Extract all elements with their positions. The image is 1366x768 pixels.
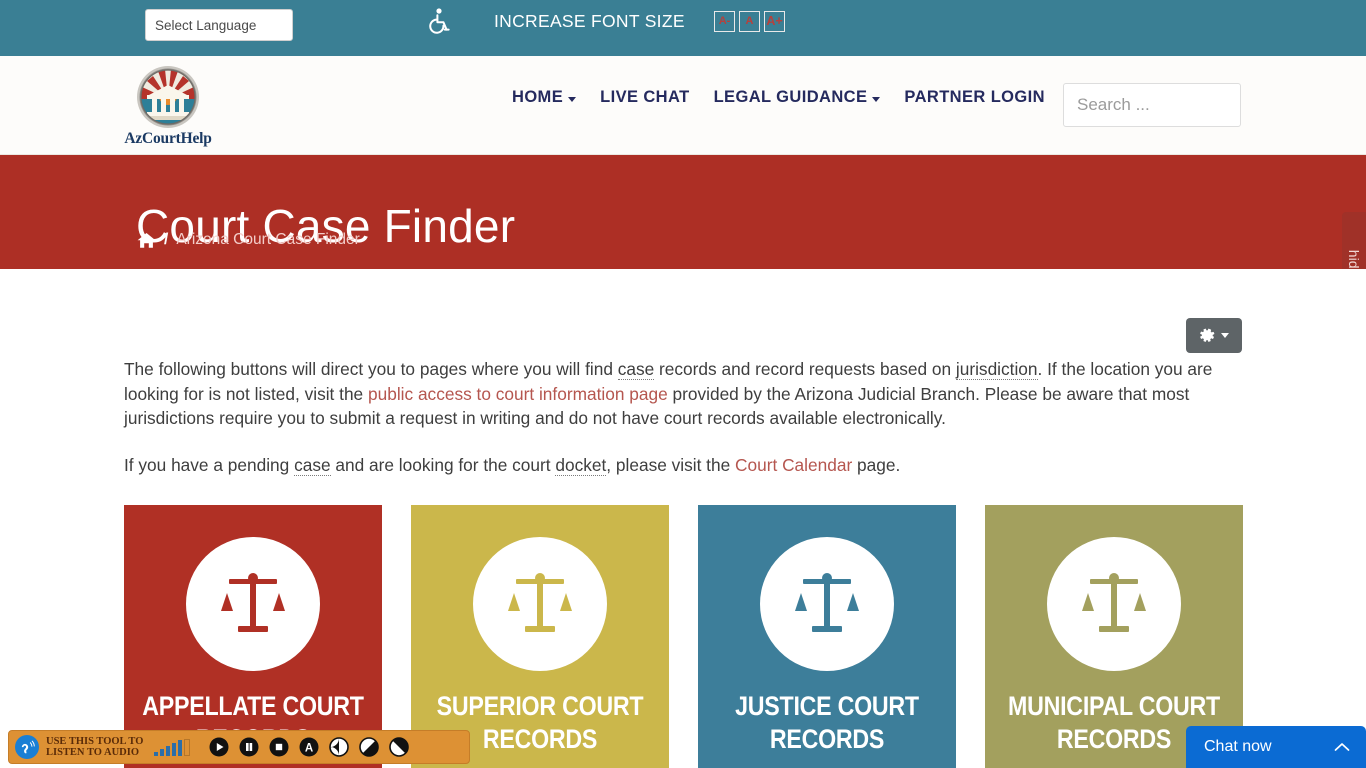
nav-item-home-label: HOME [512, 88, 564, 106]
contrast-invert-button[interactable] [389, 737, 410, 757]
increase-font-size-label: INCREASE FONT SIZE [494, 11, 685, 31]
stop-button[interactable] [269, 737, 289, 757]
reset-font-button[interactable]: A [739, 11, 760, 32]
glossary-term-case[interactable]: case [617, 359, 655, 380]
chevron-down-icon [568, 96, 577, 102]
accessibility-topbar: Select Language INCREASE FONT SIZE A- A … [0, 0, 1366, 56]
site-logo[interactable]: AzCourtHelp [124, 65, 212, 148]
glossary-term-case-2[interactable]: case [294, 454, 331, 476]
p2-seg2: and are looking for the court [330, 454, 556, 475]
scales-of-justice-icon [795, 573, 859, 632]
scales-of-justice-icon [508, 573, 572, 632]
font-settings-button[interactable]: A [299, 737, 319, 757]
contrast-alt-button[interactable] [359, 737, 380, 757]
p2-seg1: If you have a pending [124, 454, 295, 475]
gear-icon [1200, 328, 1215, 342]
increase-font-button[interactable]: A+ [764, 11, 785, 32]
chevron-down-icon [1221, 333, 1229, 338]
card-justice-court-records[interactable]: JUSTICE COURT RECORDS [698, 505, 956, 768]
volume-bars-icon[interactable] [154, 738, 191, 756]
p1-seg2: records and record requests based on [654, 359, 956, 379]
glossary-term-jurisdiction[interactable]: jurisdiction [955, 359, 1038, 380]
chat-now-label: Chat now [1204, 738, 1272, 755]
site-logo-text: AzCourtHelp [124, 130, 212, 147]
intro-paragraph-1: The following buttons will direct you to… [124, 357, 1243, 431]
breadcrumb-current-page: Arizona Court Case Finder [176, 231, 360, 248]
main-content: The following buttons will direct you to… [0, 269, 1366, 768]
svg-text:A: A [305, 743, 313, 755]
page-hero-banner: Court Case Finder / Arizona Court Case F… [0, 155, 1366, 269]
pause-button[interactable] [239, 737, 259, 757]
nav-item-legal-guidance-label: LEGAL GUIDANCE [713, 88, 868, 106]
language-selector[interactable]: Select Language [145, 9, 293, 41]
listen-audio-label: USE THIS TOOL TO LISTEN TO AUDIO [46, 736, 143, 759]
decrease-font-button[interactable]: A- [714, 11, 735, 32]
font-size-buttons: A- A A+ [714, 11, 785, 32]
p1-seg1: The following buttons will direct you to… [124, 359, 618, 379]
public-access-link[interactable]: public access to court information page [368, 384, 668, 404]
card-appellate-court-records[interactable]: APPELLATE COURT RECORDS [124, 505, 382, 768]
nav-item-home[interactable]: HOME [512, 88, 577, 107]
nav-item-live-chat[interactable]: LIVE CHAT [600, 88, 689, 107]
play-button[interactable] [209, 737, 229, 757]
card-icon-circle [186, 537, 320, 671]
search-input[interactable] [1063, 83, 1241, 127]
court-calendar-link[interactable]: Court Calendar [735, 455, 852, 475]
audio-controls: A [209, 737, 410, 757]
nav-item-partner-login-label: PARTNER LOGIN [904, 88, 1045, 106]
card-label: JUSTICE COURT RECORDS [735, 691, 919, 754]
card-icon-circle [473, 537, 607, 671]
nav-item-live-chat-label: LIVE CHAT [600, 88, 690, 106]
listen-audio-toolbar: USE THIS TOOL TO LISTEN TO AUDIO A [8, 730, 470, 764]
page-settings-button[interactable] [1186, 318, 1242, 353]
chevron-down-icon [872, 96, 881, 102]
ear-listen-icon[interactable] [15, 735, 39, 759]
breadcrumb: / Arizona Court Case Finder [137, 231, 360, 249]
home-icon [137, 232, 156, 248]
card-icon-circle [1047, 537, 1181, 671]
nav-item-legal-guidance[interactable]: LEGAL GUIDANCE [714, 88, 881, 107]
language-selector-label: Select Language [155, 17, 257, 33]
card-superior-court-records[interactable]: SUPERIOR COURT RECORDS [411, 505, 669, 768]
scales-of-justice-icon [221, 573, 285, 632]
intro-text-block: The following buttons will direct you to… [124, 357, 1243, 499]
azcourthelp-seal-icon [137, 66, 199, 128]
intro-paragraph-2: If you have a pending case and are looki… [124, 453, 1243, 478]
breadcrumb-home-link[interactable] [137, 232, 156, 249]
listen-audio-line1: USE THIS TOOL TO [46, 735, 144, 747]
wheelchair-icon [429, 8, 450, 34]
card-icon-circle [760, 537, 894, 671]
glossary-term-docket[interactable]: docket [555, 454, 607, 476]
p2-seg4: page. [852, 454, 901, 475]
listen-audio-line2: LISTEN TO AUDIO [46, 747, 139, 758]
ear-glyph-icon [21, 740, 35, 753]
chat-now-widget[interactable]: Chat now [1186, 726, 1366, 768]
p2-seg3: , please visit the [606, 454, 736, 475]
contrast-button[interactable] [329, 737, 350, 757]
site-header: AzCourtHelp HOME LIVE CHAT LEGAL GUIDANC… [0, 56, 1366, 155]
chevron-up-icon [1334, 743, 1350, 751]
court-records-card-grid: APPELLATE COURT RECORDS SUPERIOR COURT R… [124, 505, 1244, 768]
breadcrumb-separator: / [164, 231, 169, 248]
scales-of-justice-icon [1082, 573, 1146, 632]
nav-item-partner-login[interactable]: PARTNER LOGIN [904, 88, 1045, 107]
main-navigation: HOME LIVE CHAT LEGAL GUIDANCE PARTNER LO… [512, 88, 1045, 107]
